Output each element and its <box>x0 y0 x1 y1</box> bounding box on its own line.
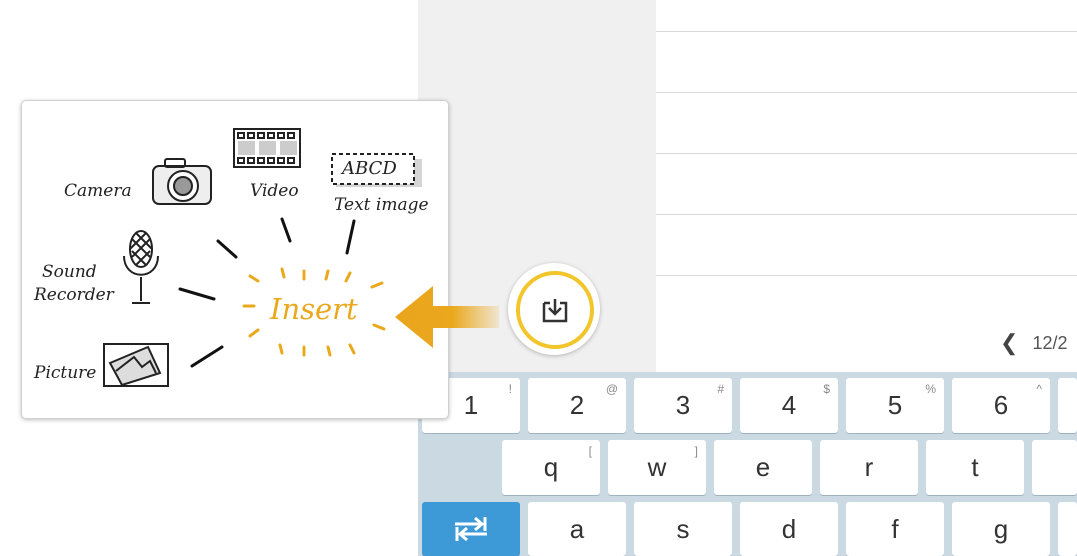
sound-label-line1: Sound <box>42 262 97 282</box>
key-partial[interactable] <box>1032 440 1077 495</box>
ruled-line <box>656 153 1077 154</box>
key-g[interactable]: g <box>952 502 1050 556</box>
text-image-label: Text image <box>334 195 429 215</box>
ruled-line <box>656 275 1077 276</box>
ruled-line <box>656 31 1077 32</box>
insert-options-illustration: Camera Video ABCD Text image Sound Recor… <box>21 100 449 419</box>
microphone-icon <box>123 230 159 304</box>
picture-label: Picture <box>34 363 97 383</box>
key-d[interactable]: d <box>740 502 838 556</box>
key-q[interactable]: q[ <box>502 440 600 495</box>
chevron-left-icon[interactable]: ❮ <box>1000 330 1018 356</box>
camera-icon <box>152 158 212 205</box>
key-f[interactable]: f <box>846 502 944 556</box>
tab-icon <box>455 516 487 542</box>
key-3[interactable]: 3 # <box>634 378 732 433</box>
insert-label: Insert <box>270 292 358 326</box>
key-partial[interactable] <box>1058 502 1077 556</box>
picture-icon <box>103 343 169 387</box>
ruled-line <box>656 92 1077 93</box>
key-6[interactable]: 6 ^ <box>952 378 1050 433</box>
page-number: 12/2 <box>1032 332 1068 353</box>
on-screen-keyboard: 1! 2 @ 3 # 4 $ 5% 6 ^ q[ w] e r t a s d … <box>418 372 1077 556</box>
key-a[interactable]: a <box>528 502 626 556</box>
page-indicator: ❮ 12/2 <box>1000 330 1067 356</box>
key-s[interactable]: s <box>634 502 732 556</box>
sound-label-line2: Recorder <box>34 285 114 305</box>
film-icon <box>233 128 301 168</box>
video-label: Video <box>250 181 299 201</box>
insert-button-ring <box>516 271 594 349</box>
insert-button[interactable] <box>508 263 600 355</box>
insert-icon <box>542 299 568 323</box>
key-r[interactable]: r <box>820 440 918 495</box>
tab-key[interactable] <box>422 502 520 556</box>
key-t[interactable]: t <box>926 440 1024 495</box>
camera-label: Camera <box>64 181 132 201</box>
key-w[interactable]: w] <box>608 440 706 495</box>
key-4[interactable]: 4 $ <box>740 378 838 433</box>
key-e[interactable]: e <box>714 440 812 495</box>
key-2[interactable]: 2 @ <box>528 378 626 433</box>
text-image-sample: ABCD <box>342 158 397 179</box>
note-page[interactable] <box>656 0 1077 372</box>
arrow-left-icon <box>395 286 499 348</box>
key-partial[interactable] <box>1058 378 1077 433</box>
ruled-line <box>656 214 1077 215</box>
key-5[interactable]: 5% <box>846 378 944 433</box>
